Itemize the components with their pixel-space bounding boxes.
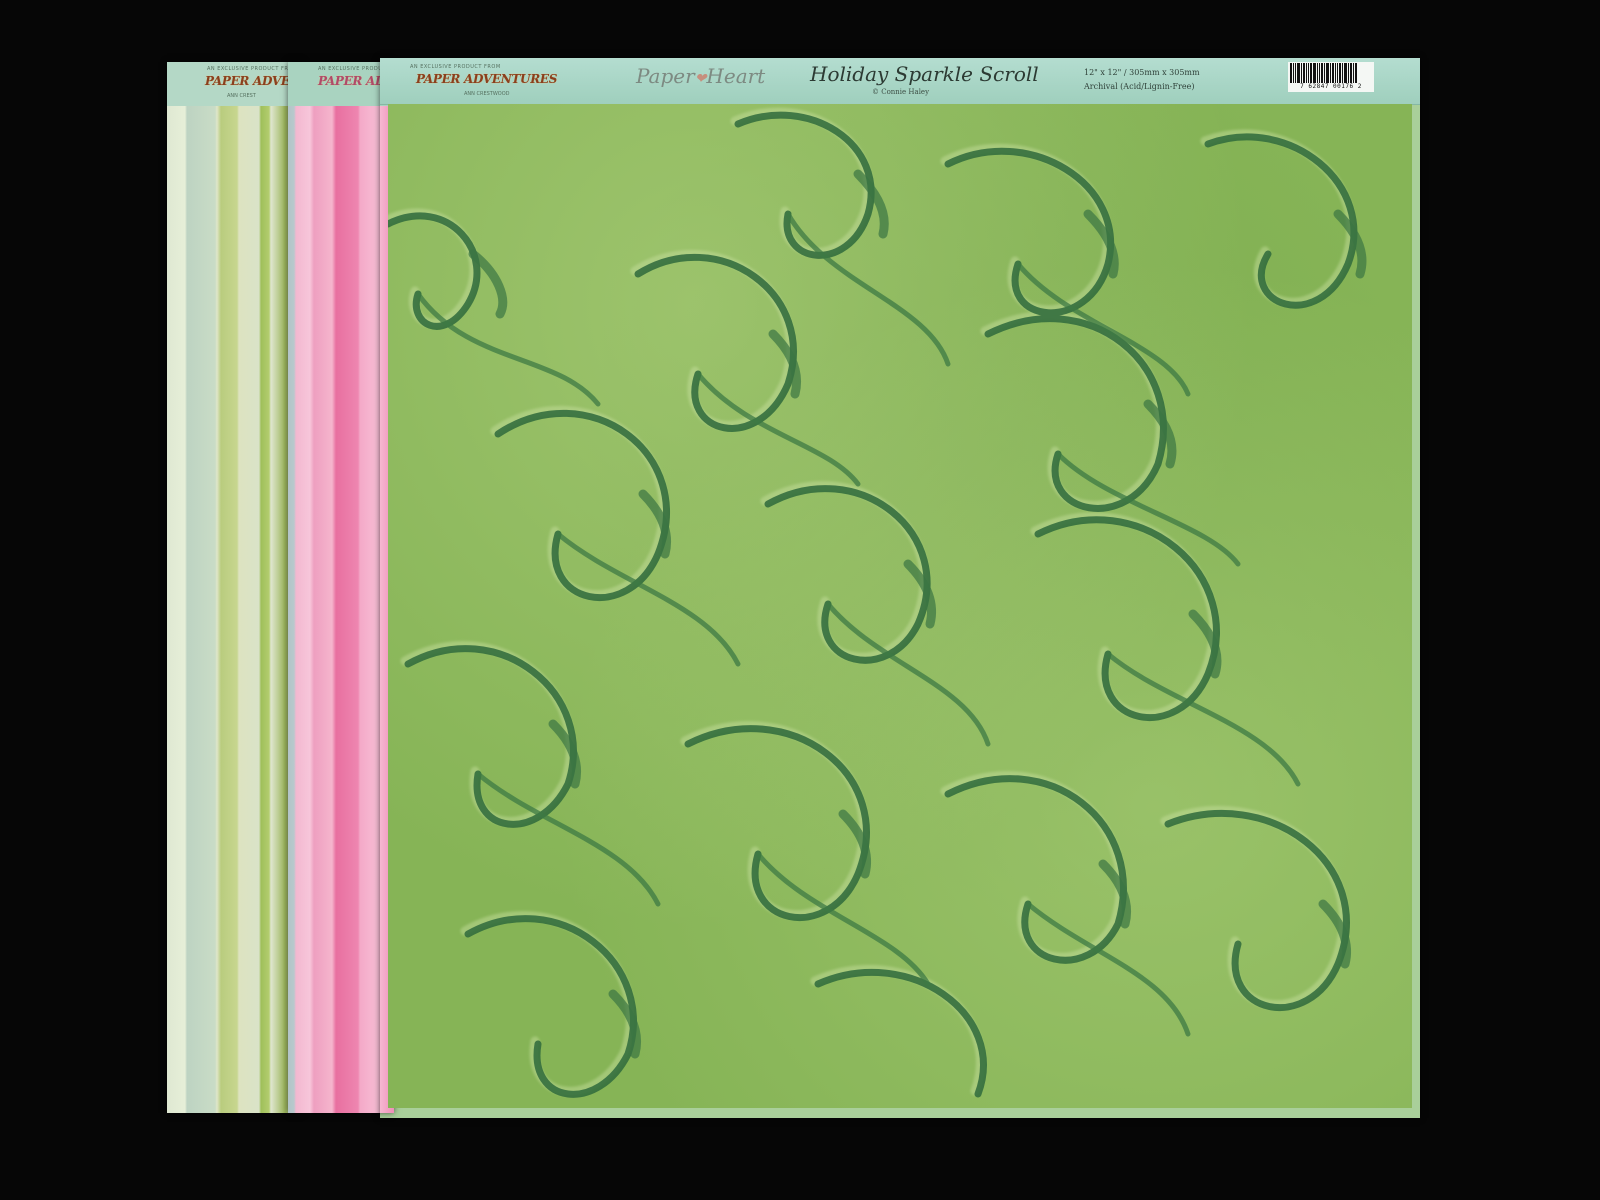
paper-heart-logo-left: Paper [636, 64, 695, 88]
back-sheet-header: AN EXCLUSIVE PRODUCT FROM PAPER ADVENTUR… [167, 62, 346, 107]
barcode: 7 62847 00176 2 [1288, 62, 1374, 92]
paper-heart-logo-right: Heart [706, 64, 766, 88]
back-sheet-brand-sub: ANN CREST [227, 93, 256, 99]
heart-icon: ❤ [694, 71, 707, 87]
front-paper-sheet: AN EXCLUSIVE PRODUCT FROM PAPER ADVENTUR… [380, 58, 1420, 1118]
middle-sheet-stripes [288, 106, 394, 1113]
copyright-text: © Connie Haley [872, 88, 930, 96]
front-sheet-header: AN EXCLUSIVE PRODUCT FROM PAPER ADVENTUR… [380, 58, 1420, 105]
front-sheet-tagline: AN EXCLUSIVE PRODUCT FROM [410, 64, 501, 70]
middle-sheet-header: AN EXCLUSIVE PRODUCT FROM PAPER ADVENTUR… [288, 62, 459, 107]
barcode-number: 7 62847 00176 2 [1300, 83, 1362, 90]
archival-spec: Archival (Acid/Lignin-Free) [1084, 82, 1195, 91]
front-sheet-brand-logo: PAPER ADVENTURES [416, 72, 558, 86]
paper-heart-logo: Paper❤Heart [636, 64, 765, 88]
back-paper-sheet: AN EXCLUSIVE PRODUCT FROM PAPER ADVENTUR… [167, 62, 346, 1113]
barcode-bars [1290, 63, 1372, 83]
scroll-pattern [388, 107, 1367, 1098]
paper-size-spec: 12" x 12" / 305mm x 305mm [1084, 68, 1200, 77]
front-sheet-brand-sub: ANN CRESTWOOD [464, 91, 510, 97]
back-sheet-stripes [167, 106, 303, 1113]
scroll-pattern-paper [388, 104, 1412, 1108]
product-title: Holiday Sparkle Scroll [810, 62, 1039, 86]
middle-paper-sheet: AN EXCLUSIVE PRODUCT FROM PAPER ADVENTUR… [288, 62, 459, 1113]
back-sheet-tagline: AN EXCLUSIVE PRODUCT FROM [207, 66, 298, 72]
